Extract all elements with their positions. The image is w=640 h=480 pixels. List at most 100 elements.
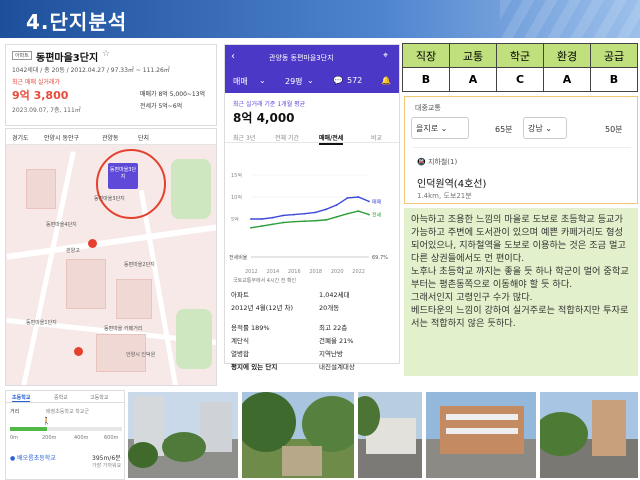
rating-header-row: 직장 교통 학군 환경 공급 [402, 43, 638, 68]
tab-compare[interactable]: 비교 [371, 133, 382, 142]
data-point [293, 213, 295, 216]
fact-row: 열병합 지역난방 [231, 348, 399, 361]
tick: 400m [74, 435, 89, 441]
app-subbar: 매매 ⌄ 29평 ⌄ 💬 572 🔔 [225, 71, 399, 93]
photo-apartment [540, 392, 638, 478]
data-point [282, 221, 285, 224]
subway-label: 🚇 지하철(1) [417, 157, 457, 167]
complex-meta: 1042세대 / 총 20동 / 2012.04.27 / 97.33㎡ ~ 1… [12, 67, 170, 74]
deal-type-select[interactable]: 매매 [233, 76, 248, 87]
data-point [325, 208, 327, 211]
tab-high[interactable]: 고등학교 [90, 394, 108, 401]
map-block [26, 169, 56, 209]
divider [413, 147, 631, 148]
data-point [260, 218, 263, 220]
rating-header: 환경 [543, 43, 591, 68]
map-filter-province[interactable]: 경기도 [12, 133, 29, 142]
data-point [357, 196, 360, 198]
school-pin-icon[interactable] [88, 239, 97, 248]
tab-3years[interactable]: 최근 3년 [233, 133, 255, 142]
analysis-paragraph: 아늑하고 조용한 느낌의 마을로 도보로 초등학교 등교가 가능하고 주변에 도… [411, 214, 626, 264]
slide: 4.단지분석 아파트 동편마을3단지 ☆ 1042세대 / 총 20동 / 20… [0, 0, 640, 480]
fact-right: 건폐율 21% [319, 337, 354, 345]
school-sub: 가장 가까워요 [92, 463, 122, 469]
recent-price-date: 2023.09.07, 7층, 111㎡ [12, 107, 81, 114]
fact-right: 1,042세대 [319, 291, 350, 299]
price-app-panel: ‹ 관양동 동편마을3단지 ⌖ 매매 ⌄ 29평 ⌄ 💬 572 🔔 최근 실거… [224, 44, 400, 371]
photo-window-row [446, 414, 518, 420]
school-panel: 초등학교 중학교 고등학교 거리 배정초등학교 학교군 🚶 0m 200m 40… [5, 390, 125, 480]
rating-header: 학군 [496, 43, 544, 68]
size-chevron-icon: ⌄ [307, 76, 314, 85]
map-filter-dong[interactable]: 관양동 [102, 133, 119, 142]
data-point [303, 220, 306, 223]
jeonse-range: 전세가 5억~6억 [140, 103, 183, 110]
data-point [346, 212, 349, 215]
header-band: 4.단지분석 [0, 0, 640, 38]
fact-left: 계단식 [231, 337, 249, 345]
map-label: 안양시 인덕원 [126, 352, 156, 358]
data-point [325, 218, 327, 221]
destination-label: 강남 [528, 124, 543, 133]
destination-select-2[interactable]: 강남 ⌄ [523, 117, 567, 139]
fact-row: 평지에 있는 단지 내진설계대상 [231, 361, 399, 374]
station-distance: 1.4km, 도보21분 [417, 192, 472, 200]
map-label: 관양고 [66, 248, 80, 254]
school-name[interactable]: ● 배오름초등학교 [10, 453, 56, 462]
bell-icon[interactable]: 🔔 [381, 76, 391, 85]
source-note: 국토교통부에서 4시간 전 확인 [233, 278, 297, 284]
series-label: 전세 [372, 212, 382, 219]
tab-elementary[interactable]: 초등학교 [12, 394, 31, 402]
series-label: 매매 [372, 198, 382, 205]
location-icon[interactable]: ⌖ [383, 51, 388, 61]
series-line-0 [251, 196, 370, 220]
size-select[interactable]: 29평 [285, 76, 303, 87]
analysis-paragraph: 노후나 초등학교 까지는 좋을 듯 하나 학군이 멀어 중학교부터는 평촌동쪽으… [411, 266, 629, 290]
rating-value: C [496, 67, 544, 92]
recent-price: 9억 3,800 [12, 89, 69, 102]
fact-right: 20개동 [319, 304, 340, 312]
x-tick-label: 2016 [288, 269, 301, 275]
facts-list: 아파트 1,042세대 2012년 4월(12년 차) 20개동 용적률 189% 최… [231, 289, 399, 374]
sale-range: 매매가 8억 5,000~13억 [140, 91, 206, 98]
x-tick-label: 2022 [352, 269, 365, 275]
map-panel[interactable]: 경기도 안양시 동안구 관양동 단지 동편마을3단지 동편마을3단지 동편마을4… [5, 128, 217, 386]
school-tabs: 초등학교 중학교 고등학교 [6, 391, 124, 403]
subway-icon: 🚇 [417, 158, 426, 166]
map-filter-complex[interactable]: 단지 [138, 133, 149, 142]
rating-value: A [449, 67, 497, 92]
listing-panel: 아파트 동편마을3단지 ☆ 1042세대 / 총 20동 / 2012.04.2… [5, 44, 217, 126]
tick: 0m [10, 435, 19, 441]
comment-icon[interactable]: 💬 [333, 76, 343, 85]
transit-panel: 대중교통 을지로 ⌄ 65분 강남 ⌄ 50분 🚇 지하철(1) 인덕원역(4호… [404, 96, 638, 204]
price-chart: 15억 10억 5억 매매전세전세비율 69.7% 2012 2014 2016 2018 202… [229, 172, 388, 275]
data-point [314, 219, 317, 222]
station-name: 인덕원역(4호선) [417, 179, 487, 190]
comment-count: 572 [347, 76, 363, 85]
back-icon[interactable]: ‹ [231, 51, 235, 62]
tab-all-period[interactable]: 전체 기간 [275, 133, 299, 142]
type-tag: 아파트 [12, 51, 32, 60]
destination-label: 을지로 [416, 124, 439, 133]
page-title: 4.단지분석 [26, 10, 128, 34]
tab-sale-jeonse[interactable]: 매매/전세 [319, 133, 344, 145]
period-tabs: 최근 3년 전체 기간 매매/전세 비교 [225, 129, 399, 145]
rating-header: 교통 [449, 43, 497, 68]
star-icon[interactable]: ☆ [102, 49, 110, 59]
tab-middle[interactable]: 중학교 [54, 394, 68, 401]
school-pin-icon[interactable] [74, 347, 83, 356]
map-pin[interactable]: 동편마을3단지 [108, 163, 138, 189]
photo-tree [128, 442, 158, 468]
rating-header: 공급 [590, 43, 638, 68]
fact-right: 지역난방 [319, 350, 343, 358]
avg-label: 최근 실거래 기준 1개월 평균 [233, 101, 306, 108]
destination-select-1[interactable]: 을지로 ⌄ [411, 117, 469, 139]
data-point [335, 204, 338, 206]
fact-row: 용적률 189% 최고 22층 [231, 322, 399, 335]
analysis-paragraph: 그래서인지 고령인구 수가 많다. [411, 292, 533, 303]
assignment-option[interactable]: 배정초등학교 학교군 [46, 408, 89, 415]
photo-path [282, 446, 322, 476]
fact-left: 아파트 [231, 291, 249, 299]
rating-value: B [590, 67, 638, 92]
map-filter-city[interactable]: 안양시 동안구 [44, 133, 79, 142]
